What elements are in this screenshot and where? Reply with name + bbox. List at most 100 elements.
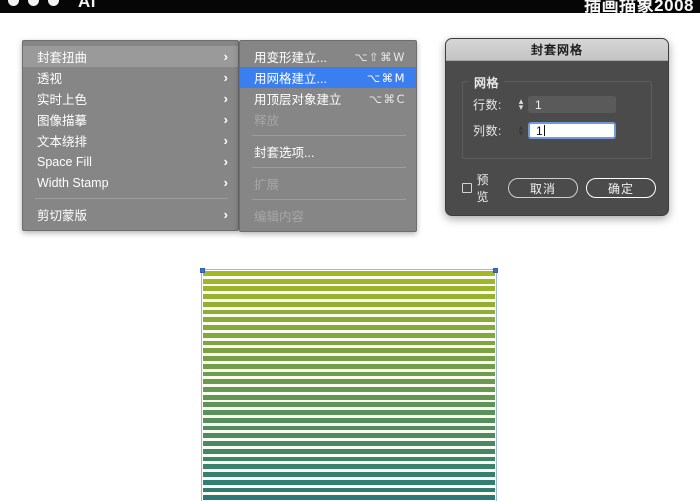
menu-item-扩展: 扩展 [240,173,416,194]
selection-anchor-top-right[interactable] [493,268,498,273]
gradient-stripe [203,487,495,493]
menu-item-封套扭曲[interactable]: 封套扭曲 › [23,46,238,67]
cols-stepper[interactable]: ▴ ▾ [515,122,527,139]
stepper-down-icon[interactable]: ▾ [519,102,524,110]
illustrator-screenshot: Ai 插画描象2008 封套扭曲 › 透视 › 实时上色 › 图像描摹 › 文本绕排 › Space… [0,0,700,501]
stepper-down-icon[interactable]: ▾ [519,128,524,136]
gradient-stripe [203,464,495,470]
menu-item-label: Width Stamp [37,175,109,190]
window-titlebar: Ai 插画描象2008 [0,0,700,13]
chevron-right-icon: › [223,70,228,85]
striped-gradient-rectangle[interactable] [203,271,495,501]
dialog-title: 封套网格 [446,39,668,61]
cols-label: 列数: [473,124,502,138]
menu-separator [35,198,228,199]
menu-item-label: 用变形建立... [254,51,327,65]
menu-separator [252,167,406,168]
menu-item-label: 实时上色 [37,93,88,107]
gradient-stripe [203,356,495,361]
gradient-stripe [203,325,495,330]
menu-separator [252,135,406,136]
gradient-stripe [203,294,495,299]
selection-anchor-top-left[interactable] [200,268,205,273]
chevron-right-icon: › [223,112,228,127]
menu-item-图像描摹[interactable]: 图像描摹 › [23,109,238,130]
gradient-stripe [203,278,495,284]
chevron-right-icon: › [223,49,228,64]
gradient-stripe [203,348,495,354]
ok-button[interactable]: 确定 [586,178,656,198]
chevron-right-icon: › [223,207,228,222]
cancel-button[interactable]: 取消 [508,178,578,198]
menu-item-透视[interactable]: 透视 › [23,67,238,88]
chevron-right-icon: › [223,91,228,106]
menu-item-用顶层对象建立[interactable]: 用顶层对象建立 ⌥⌘C [240,88,416,109]
gradient-stripe [203,317,495,323]
menu-item-widthstamp[interactable]: Width Stamp › [23,172,238,193]
menu-item-label: 封套扭曲 [37,51,88,65]
preview-label: 预览 [476,173,490,204]
gradient-stripe [203,479,495,485]
menu-item-label: Space Fill [37,154,92,169]
gradient-stripe [203,332,495,338]
window-controls[interactable] [8,0,59,6]
menu-item-文本绕排[interactable]: 文本绕排 › [23,130,238,151]
menu-item-用变形建立[interactable]: 用变形建立... ⌥⇧⌘W [240,46,416,67]
rows-value: 1 [535,97,542,112]
rows-stepper[interactable]: ▴ ▾ [515,96,527,113]
grid-group-label: 网格 [469,74,505,91]
menu-item-label: 封套选项... [254,146,315,160]
gradient-stripe [203,340,495,346]
dialog-footer: 预览 取消 确定 [462,171,656,205]
gradient-stripe [203,363,495,369]
cols-field-row: 列数: ▴ ▾ 1 [473,122,641,139]
gradient-stripe [203,286,495,292]
text-caret [543,125,545,136]
rows-label: 行数: [473,98,502,112]
menu-item-封套选项[interactable]: 封套选项... [240,141,416,162]
gradient-stripe [203,402,495,408]
menu-item-shortcut: ⌥⇧⌘W [354,49,406,64]
menu-item-label: 用顶层对象建立 [254,93,342,107]
gradient-stripe [203,456,495,462]
preview-checkbox-wrap[interactable]: 预览 [462,171,500,205]
menu-item-label: 文本绕排 [37,135,88,149]
gradient-stripe [203,371,495,377]
chevron-right-icon: › [223,133,228,148]
menu-item-label: 剪切蒙版 [37,209,88,223]
menu-item-剪切蒙版[interactable]: 剪切蒙版 › [23,204,238,225]
zoom-dot-icon[interactable] [48,0,59,6]
close-dot-icon[interactable] [8,0,19,6]
minimize-dot-icon[interactable] [28,0,39,6]
menu-item-label: 用网格建立... [254,72,327,86]
gradient-stripe [203,379,495,385]
dialog-body: 网格 行数: ▴ ▾ 1 列数: ▴ ▾ 1 预览 取消 确定 [446,61,668,215]
app-name-label: Ai [78,0,96,11]
menu-item-shortcut: ⌥⌘C [368,91,406,106]
artboard-artwork[interactable] [200,268,498,501]
cols-input[interactable]: 1 [528,122,616,139]
gradient-stripe [203,309,495,315]
gradient-stripe [203,271,495,276]
gradient-stripe [203,425,495,431]
gradient-stripe [203,448,495,454]
menu-item-spacefill[interactable]: Space Fill › [23,151,238,172]
preview-checkbox[interactable] [462,183,472,193]
rows-field-row: 行数: ▴ ▾ 1 [473,96,641,113]
gradient-stripe [203,417,495,423]
menu-item-实时上色[interactable]: 实时上色 › [23,88,238,109]
envelope-mesh-dialog: 封套网格 网格 行数: ▴ ▾ 1 列数: ▴ ▾ 1 预览 取消 确定 [445,38,669,216]
chevron-right-icon: › [223,154,228,169]
gradient-stripe [203,394,495,400]
menu-item-释放: 释放 [240,109,416,130]
envelope-distort-submenu[interactable]: 用变形建立... ⌥⇧⌘W 用网格建立... ⌥⌘M 用顶层对象建立 ⌥⌘C 释放封套选项.… [239,40,417,232]
effect-submenu[interactable]: 封套扭曲 › 透视 › 实时上色 › 图像描摹 › 文本绕排 › Space Fill › Width … [22,40,239,231]
chevron-right-icon: › [223,175,228,190]
menu-item-label: 图像描摹 [37,114,88,128]
cols-value: 1 [536,123,543,138]
menu-item-编辑内容: 编辑内容 [240,205,416,226]
gradient-stripe [203,495,495,501]
menu-item-用网格建立[interactable]: 用网格建立... ⌥⌘M [240,67,416,88]
rows-input[interactable]: 1 [528,96,616,113]
grid-fieldset: 网格 行数: ▴ ▾ 1 列数: ▴ ▾ 1 [462,74,652,159]
